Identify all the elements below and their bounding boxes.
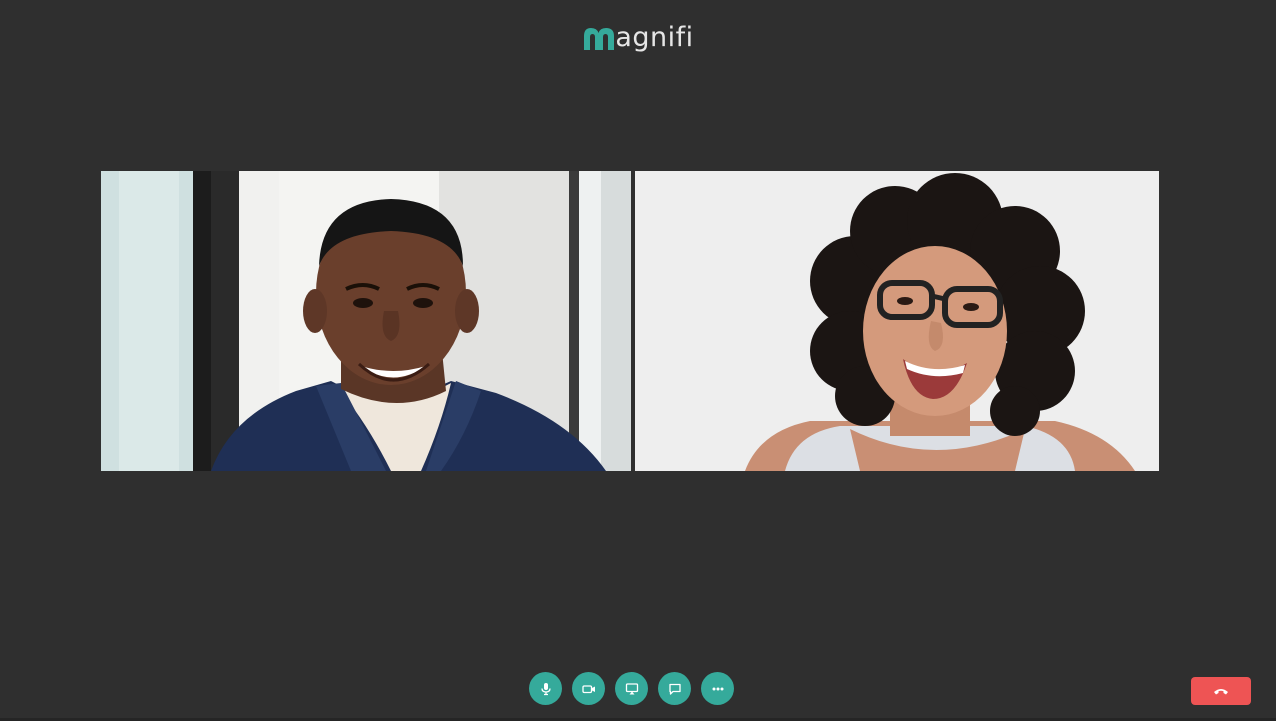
call-controls xyxy=(529,672,734,705)
camera-button[interactable] xyxy=(572,672,605,705)
chat-button[interactable] xyxy=(658,672,691,705)
logo-m-icon xyxy=(584,28,615,50)
chat-bubble-icon xyxy=(668,683,681,695)
participant-video-2[interactable] xyxy=(635,171,1159,471)
more-dots-icon xyxy=(712,687,723,690)
participant-video-1[interactable] xyxy=(101,171,631,471)
screen-share-icon xyxy=(625,682,638,694)
phone-hangup-icon xyxy=(1214,689,1228,695)
participant-1-feed xyxy=(101,171,631,471)
logo-text: agnifi xyxy=(615,22,694,53)
more-options-button[interactable] xyxy=(701,672,734,705)
video-camera-icon xyxy=(581,684,595,693)
screen-share-button[interactable] xyxy=(615,672,648,705)
microphone-button[interactable] xyxy=(529,672,562,705)
app-logo: agnifi xyxy=(0,24,1276,52)
participant-2-feed xyxy=(635,171,1159,471)
video-call-app: agnifi xyxy=(0,0,1276,721)
microphone-icon xyxy=(540,682,551,695)
hangup-button[interactable] xyxy=(1191,677,1251,705)
